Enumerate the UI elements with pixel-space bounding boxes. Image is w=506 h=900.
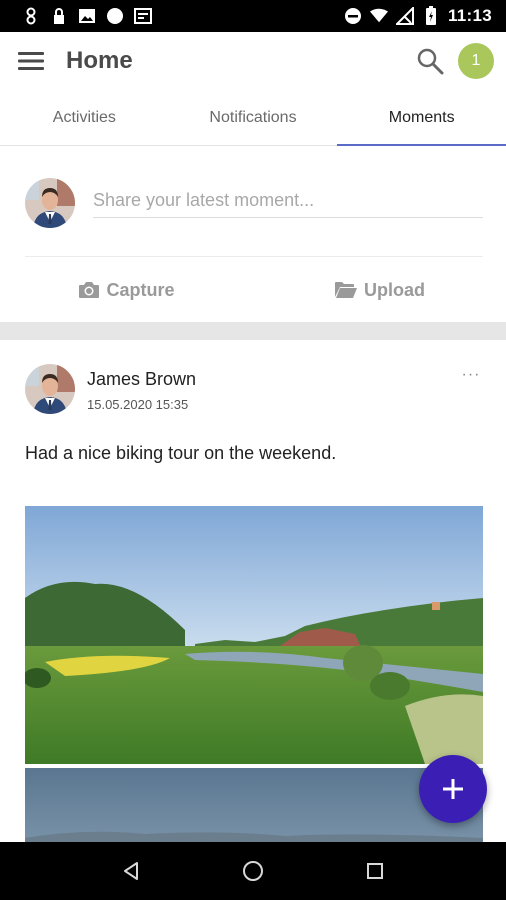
recents-button[interactable]	[355, 851, 395, 891]
post-photo[interactable]	[25, 768, 483, 848]
search-icon	[417, 48, 444, 75]
capture-button[interactable]: Capture	[0, 270, 253, 310]
avatar	[25, 178, 75, 228]
app-screen: 11:13 Home 1 Activities Notifications Mo…	[0, 0, 506, 900]
folder-open-icon	[335, 282, 357, 298]
no-signal-icon	[395, 7, 414, 25]
back-triangle-icon	[124, 862, 138, 880]
more-options-icon[interactable]: ···	[456, 366, 486, 384]
avatar[interactable]	[25, 364, 75, 414]
composer-actions: Capture Upload	[0, 270, 506, 310]
battery-icon	[422, 6, 440, 25]
notification-icon	[22, 7, 40, 25]
do-not-disturb-icon	[344, 7, 362, 25]
menu-button[interactable]	[16, 46, 46, 76]
section-separator	[0, 322, 506, 340]
status-bar: 11:13	[0, 0, 506, 32]
tab-notifications[interactable]: Notifications	[169, 90, 338, 145]
tab-bar: Activities Notifications Moments	[0, 90, 506, 146]
recents-square-icon	[367, 863, 383, 879]
post-author[interactable]: James Brown	[87, 369, 196, 390]
upload-label: Upload	[364, 279, 425, 300]
hamburger-menu-icon	[18, 52, 44, 70]
home-button[interactable]	[233, 851, 273, 891]
moment-input[interactable]: Share your latest moment...	[93, 184, 483, 218]
tab-moments[interactable]: Moments	[337, 90, 506, 146]
wifi-icon	[369, 7, 388, 25]
post-timestamp: 15.05.2020 15:35	[87, 397, 189, 412]
composer-divider	[25, 256, 483, 257]
lock-icon	[50, 7, 68, 25]
camera-icon	[79, 282, 100, 298]
system-nav-bar	[0, 842, 506, 900]
status-time: 11:13	[447, 6, 492, 25]
status-right-icons: 11:13	[344, 6, 492, 26]
back-button[interactable]	[111, 851, 151, 891]
tab-activities[interactable]: Activities	[0, 90, 169, 145]
app-bar: Home 1	[0, 32, 506, 90]
moment-composer: Share your latest moment... Capture Uplo…	[0, 146, 506, 322]
upload-button[interactable]: Upload	[253, 270, 506, 310]
page-title: Home	[66, 47, 133, 74]
add-moment-button[interactable]	[419, 755, 487, 823]
search-button[interactable]	[414, 45, 446, 77]
home-circle-icon	[243, 861, 263, 881]
post-text: Had a nice biking tour on the weekend.	[25, 443, 337, 463]
user-avatar-badge[interactable]: 1	[458, 43, 494, 79]
status-left-icons	[22, 7, 152, 25]
circle-icon	[106, 7, 124, 25]
image-icon	[78, 7, 96, 25]
post-photo[interactable]	[25, 506, 483, 764]
plus-icon	[443, 779, 463, 799]
card-icon	[134, 7, 152, 25]
capture-label: Capture	[106, 279, 175, 300]
